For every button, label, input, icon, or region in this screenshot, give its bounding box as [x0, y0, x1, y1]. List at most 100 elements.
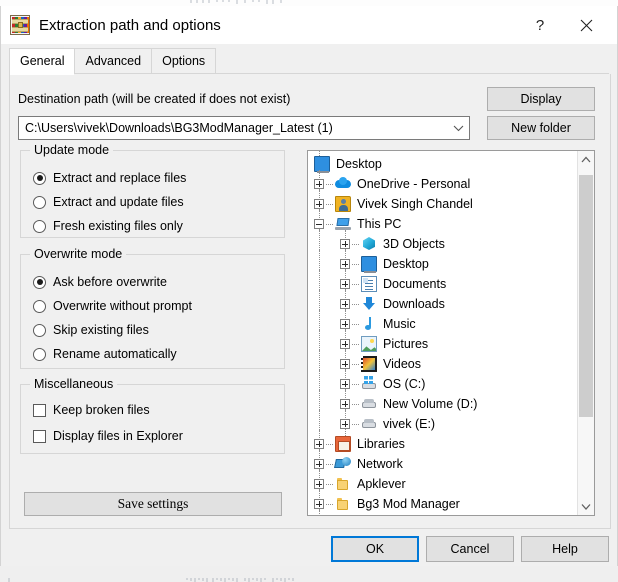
os-drive-icon [361, 376, 377, 392]
tab-general[interactable]: General [9, 48, 76, 75]
folder-tree[interactable]: Desktop OneDrive - Personal Vivek Singh Ch… [307, 150, 595, 516]
destination-path-input[interactable] [19, 118, 447, 138]
tree-node[interactable]: Vivek Singh Chandel [308, 190, 577, 218]
expand-node-icon[interactable] [314, 479, 324, 489]
close-button[interactable] [563, 6, 609, 44]
scroll-up-button[interactable] [578, 151, 594, 168]
tree-node[interactable]: 3D Objects [308, 230, 577, 258]
tree-node-label: Pictures [383, 337, 429, 351]
collapse-node-icon[interactable] [314, 219, 324, 229]
overwrite-mode-label: Skip existing files [53, 323, 149, 337]
folder-tree-list: Desktop OneDrive - Personal Vivek Singh Ch… [308, 151, 577, 515]
tree-node[interactable]: vivek (E:) [308, 410, 577, 438]
scroll-down-button[interactable] [578, 498, 594, 515]
tree-node[interactable]: Libraries [308, 430, 577, 458]
tree-node[interactable]: This PC [308, 210, 577, 238]
overwrite-mode-option[interactable]: Ask before overwrite [33, 273, 167, 291]
tree-node-label: Bg3 Mod Manager [357, 497, 460, 511]
tree-node[interactable]: OS (C:) [308, 370, 577, 398]
tree-node[interactable]: Desktop [308, 151, 577, 178]
tree-node-label: Music [383, 317, 416, 331]
tree-guide-line [352, 304, 359, 306]
overwrite-mode-option[interactable]: Overwrite without prompt [33, 297, 192, 315]
expand-node-icon[interactable] [314, 439, 324, 449]
tab-advanced[interactable]: Advanced [74, 48, 153, 74]
window-title: Extraction path and options [39, 16, 221, 34]
help-button-footer[interactable]: Help [521, 536, 609, 562]
network-icon [335, 456, 351, 472]
expand-node-icon[interactable] [340, 239, 350, 249]
tree-node[interactable]: Bg3 Mod Manager [308, 490, 577, 515]
tree-node[interactable]: Pictures [308, 330, 577, 358]
update-mode-option[interactable]: Fresh existing files only [33, 217, 183, 235]
update-mode-group: Update mode Extract and replace files Ext… [20, 143, 285, 238]
tree-node[interactable]: Apklever [308, 470, 577, 498]
expand-node-icon[interactable] [340, 419, 350, 429]
help-button[interactable]: ? [517, 6, 563, 44]
user-folder-icon [335, 196, 351, 212]
expand-node-icon[interactable] [340, 339, 350, 349]
overwrite-mode-option[interactable]: Rename automatically [33, 345, 177, 363]
cube-icon [361, 236, 377, 252]
destination-path-label: Destination path (will be created if doe… [18, 92, 291, 106]
tree-node[interactable]: MSI Dragon center [308, 510, 577, 515]
miscellaneous-option[interactable]: Keep broken files [33, 401, 150, 419]
display-button[interactable]: Display [487, 87, 595, 111]
expand-node-icon[interactable] [340, 299, 350, 309]
tree-node[interactable]: Downloads [308, 290, 577, 318]
chevron-down-icon[interactable] [447, 117, 469, 139]
tree-node[interactable]: Desktop [308, 250, 577, 278]
overwrite-mode-group: Overwrite mode Ask before overwrite Overw… [20, 247, 285, 369]
expand-node-icon[interactable] [340, 259, 350, 269]
update-mode-option[interactable]: Extract and replace files [33, 169, 186, 187]
tab-strip: General Advanced Options [1, 48, 617, 75]
expand-node-icon[interactable] [340, 379, 350, 389]
radio-button-icon[interactable] [33, 299, 46, 313]
expand-node-icon[interactable] [314, 199, 324, 209]
this-pc-icon [335, 216, 351, 232]
overwrite-mode-option[interactable]: Skip existing files [33, 321, 149, 339]
monitor-icon [314, 156, 330, 173]
folder-icon [335, 496, 351, 512]
drive-icon [361, 396, 377, 412]
radio-button-icon[interactable] [33, 171, 46, 185]
expand-node-icon[interactable] [340, 359, 350, 369]
expand-node-icon[interactable] [314, 499, 324, 509]
folder-icon [335, 476, 351, 492]
cancel-button[interactable]: Cancel [426, 536, 514, 562]
radio-button-icon[interactable] [33, 323, 46, 337]
scrollbar-thumb[interactable] [579, 175, 593, 417]
tree-guide-line [352, 284, 359, 286]
expand-node-icon[interactable] [314, 459, 324, 469]
tree-node-label: Videos [383, 357, 421, 371]
tree-node[interactable]: Music [308, 310, 577, 338]
expand-node-icon[interactable] [340, 279, 350, 289]
miscellaneous-option[interactable]: Display files in Explorer [33, 427, 183, 445]
tree-node[interactable]: Videos [308, 350, 577, 378]
update-mode-label: Extract and replace files [53, 171, 187, 185]
checkbox-icon[interactable] [33, 403, 46, 417]
save-settings-button[interactable]: Save settings [24, 492, 282, 516]
document-icon [361, 276, 377, 292]
tree-node[interactable]: New Volume (D:) [308, 390, 577, 418]
radio-button-icon[interactable] [33, 219, 46, 233]
expand-node-icon[interactable] [340, 319, 350, 329]
ok-button[interactable]: OK [331, 536, 419, 562]
radio-button-icon[interactable] [33, 275, 46, 289]
checkbox-icon[interactable] [33, 429, 46, 443]
radio-button-icon[interactable] [33, 195, 46, 209]
tree-node[interactable]: OneDrive - Personal [308, 170, 577, 198]
tree-vertical-scrollbar[interactable] [577, 151, 594, 515]
extraction-options-dialog: Extraction path and options ? General Adv… [0, 6, 618, 568]
tab-options[interactable]: Options [151, 48, 217, 74]
tree-node[interactable]: Documents [308, 270, 577, 298]
expand-node-icon[interactable] [340, 399, 350, 409]
radio-button-icon[interactable] [33, 347, 46, 361]
overwrite-mode-label: Ask before overwrite [53, 275, 167, 289]
new-folder-button[interactable]: New folder [487, 116, 595, 140]
close-icon [580, 19, 592, 31]
destination-path-combobox[interactable] [18, 116, 470, 140]
expand-node-icon[interactable] [314, 179, 324, 189]
tree-node[interactable]: Network [308, 450, 577, 478]
update-mode-option[interactable]: Extract and update files [33, 193, 184, 211]
